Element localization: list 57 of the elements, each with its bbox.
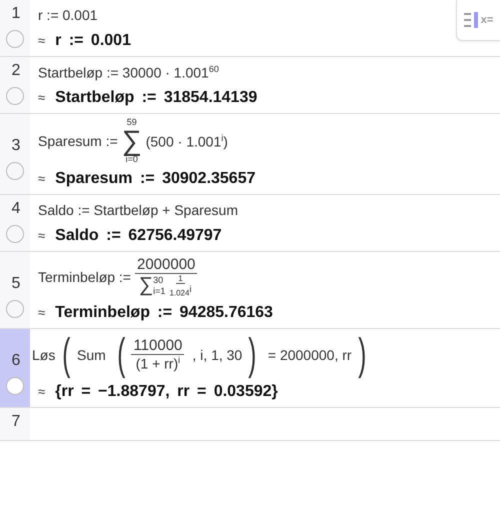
approx-sign: ≈	[38, 90, 46, 105]
row-number: 3	[10, 136, 20, 156]
formula-text: 110000	[133, 337, 182, 354]
sum-sign: ∑	[122, 127, 142, 155]
output-text: Terminbeløp := 94285.76163	[55, 304, 273, 322]
formula-text: Terminbeløp :=	[38, 268, 131, 285]
parenthesis: (	[117, 332, 126, 377]
formula-text: r := 0.001	[38, 7, 98, 23]
approx-sign: ≈	[38, 384, 46, 399]
formula-text: Løs	[32, 346, 56, 363]
formula-text: Sum	[77, 346, 106, 363]
visibility-toggle[interactable]	[6, 376, 24, 395]
row-number: 1	[10, 4, 20, 24]
row-number: 7	[10, 412, 20, 432]
visibility-toggle[interactable]	[6, 162, 24, 180]
row-gutter[interactable]: 6	[0, 328, 30, 407]
formula-text: Saldo := Startbeløp + Sparesum	[38, 202, 238, 218]
output-text: r := 0.001	[55, 32, 131, 50]
row-gutter[interactable]: 4	[0, 195, 30, 251]
sum-limit: i=1	[153, 286, 166, 297]
output-text: {rr = −1.88797, rr = 0.03592}	[55, 382, 278, 401]
parenthesis: )	[248, 332, 257, 377]
visibility-toggle[interactable]	[6, 87, 24, 105]
row-gutter[interactable]: 3	[0, 114, 30, 194]
approx-sign: ≈	[38, 304, 46, 320]
visibility-toggle[interactable]	[6, 225, 24, 243]
output-text: Sparesum := 30902.35657	[55, 170, 256, 188]
row-number: 6	[10, 350, 20, 371]
list-icon	[464, 10, 480, 30]
sum-limit: 30	[153, 274, 164, 286]
output-text: Saldo := 62756.49797	[55, 227, 222, 245]
formula-text: Sparesum :=	[38, 133, 118, 149]
row-gutter[interactable]: 2	[0, 57, 30, 113]
row-gutter[interactable]: 1	[0, 0, 30, 56]
formula-text: (1 + rr)$^{i}$	[136, 355, 180, 372]
row-gutter[interactable]: 5	[0, 252, 30, 328]
visibility-toggle[interactable]	[6, 30, 24, 48]
formula-text: (500 · 1.001$^{i}$)	[146, 132, 228, 150]
sum-limit: 59	[126, 118, 137, 127]
parenthesis: )	[358, 332, 366, 377]
sum-sign: ∑	[138, 274, 154, 298]
formula-text: Startbeløp := 30000 · 1.001$^{60}$	[38, 64, 219, 80]
formula-text: = 2000000, rr	[268, 346, 352, 363]
output-text: Startbeløp := 31854.14139	[55, 89, 258, 107]
approx-sign: ≈	[38, 228, 46, 243]
formula-text: 1	[178, 274, 183, 283]
formula-text: 2000000	[136, 256, 196, 273]
visibility-toggle[interactable]	[6, 300, 24, 318]
approx-sign: ≈	[38, 171, 46, 186]
row-gutter[interactable]: 7	[0, 408, 30, 440]
approx-sign: ≈	[38, 33, 46, 48]
row-number: 2	[10, 61, 20, 81]
parenthesis: (	[62, 332, 71, 377]
row-number: 5	[10, 274, 20, 294]
sum-limit: i=0	[126, 155, 138, 164]
row-number: 4	[10, 199, 20, 219]
formula-text: , i, 1, 30	[192, 346, 242, 363]
